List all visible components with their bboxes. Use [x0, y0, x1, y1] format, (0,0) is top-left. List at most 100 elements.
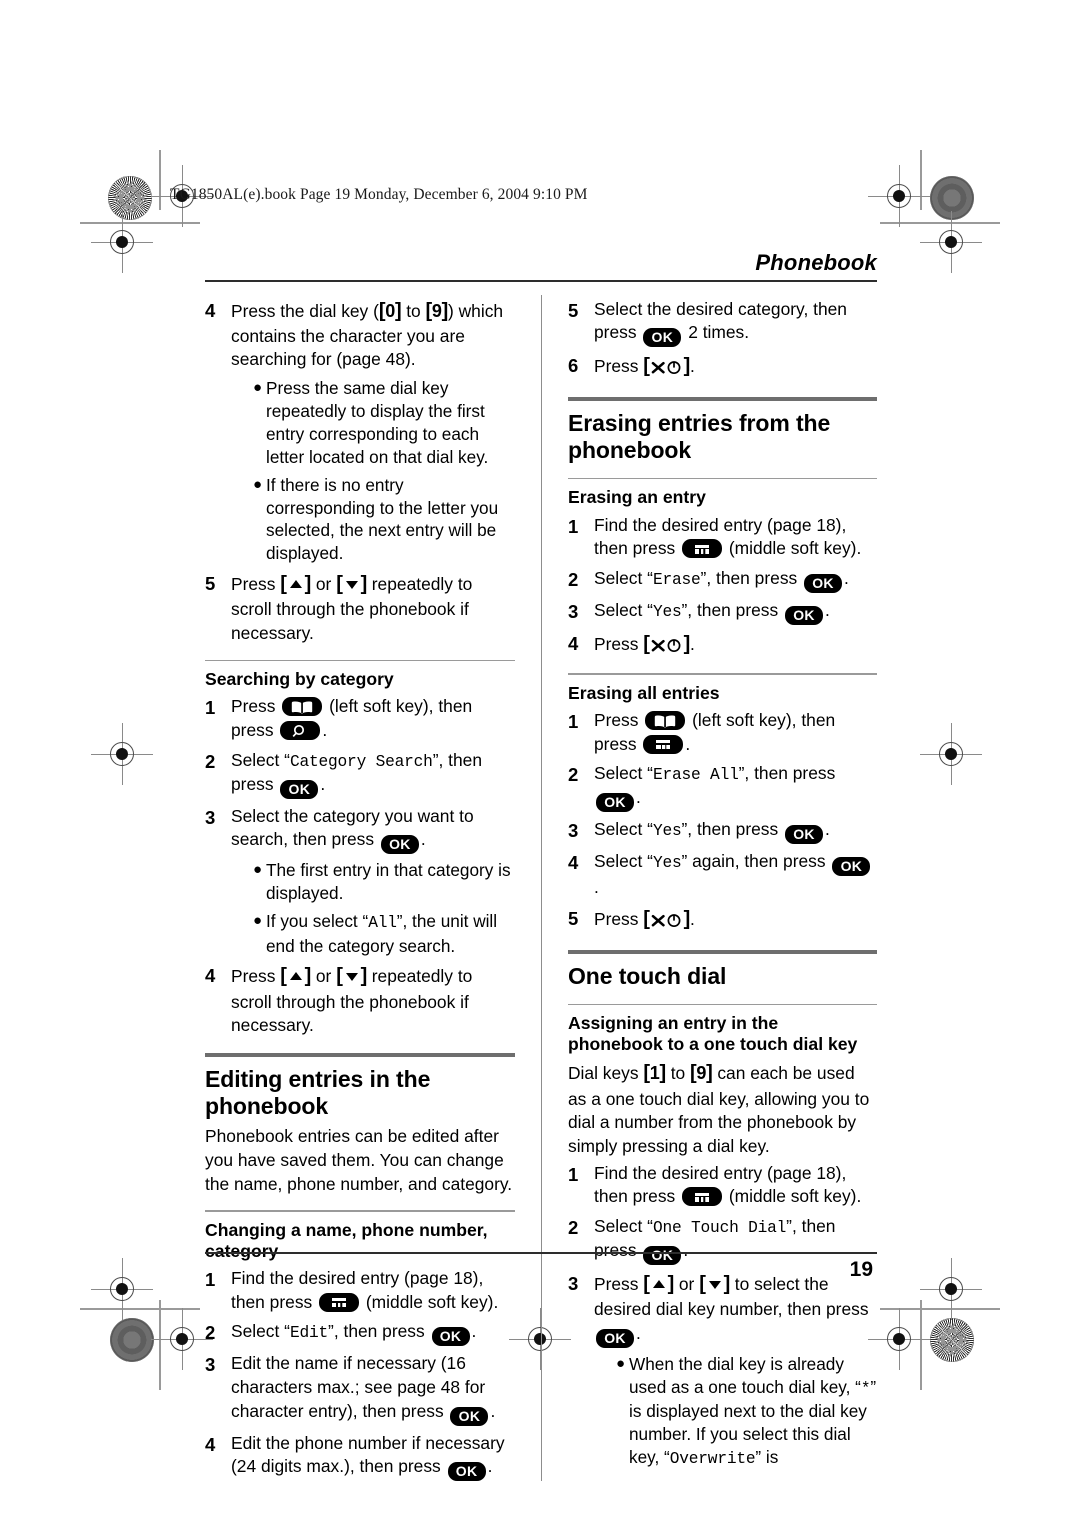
step-number: 4	[568, 632, 579, 654]
step-number: 2	[568, 764, 579, 786]
ok-key-icon: OK	[380, 835, 419, 855]
step-number: 4	[568, 852, 579, 874]
step-body: Press the dial key ([0] to [9]) which co…	[231, 298, 515, 566]
step-text: (middle soft key).	[724, 538, 862, 559]
dial-key-0: [0]	[378, 299, 402, 322]
subsection-heading: Assigning an entry in the phonebook to a…	[568, 1013, 858, 1055]
step-text: Select the category you want to search, …	[231, 805, 474, 850]
bullet-text: Press the same dial key repeatedly to di…	[266, 378, 489, 467]
page-footer: 19	[205, 1252, 877, 1282]
crosshair-mark-upper-right	[920, 211, 982, 273]
ui-string: Yes	[652, 822, 682, 841]
rosette-mark-bottom-left	[110, 1318, 154, 1362]
list-item: 4 Edit the phone number if necessary (24…	[205, 1432, 515, 1482]
ok-key-icon: OK	[643, 328, 682, 348]
section-divider	[568, 673, 877, 675]
step-text: (middle soft key).	[724, 1186, 862, 1207]
step-body: Press [].	[594, 906, 877, 934]
step-text: Select “	[231, 749, 290, 770]
section-intro: Dial keys [1] to [9] can each be used as…	[568, 1060, 877, 1158]
step-text: .	[844, 567, 849, 588]
crosshair-mark-left-middle	[91, 723, 153, 785]
section-title-erasing: Erasing entries from the phonebook	[568, 409, 831, 463]
list-item: 6 Press [].	[568, 353, 877, 381]
step-text: ” again, then press	[681, 851, 831, 872]
step-number: 1	[568, 1163, 579, 1185]
step-text: ”, then press	[681, 819, 784, 840]
list-item: ● If you select “All”, the unit will end …	[253, 910, 515, 957]
step-text: ”, then press	[700, 567, 803, 588]
crosshair-mark-top-right	[868, 165, 930, 227]
step-number: 3	[568, 820, 579, 842]
book-icon	[645, 711, 686, 731]
bullet-text-a: When the dial key is already used as a o…	[629, 1353, 861, 1397]
list-item: 4 Press the dial key ([0] to [9]) which …	[205, 298, 515, 566]
list-item: 5 Select the desired category, then pres…	[568, 298, 877, 348]
step-number: 1	[568, 515, 579, 537]
grid-icon	[682, 1187, 723, 1207]
bullet-text: The first entry in that category is disp…	[266, 860, 511, 904]
ui-string: Overwrite	[669, 1449, 756, 1468]
step-text: ”, then press	[738, 763, 836, 784]
bullet-text-c: ” is	[755, 1446, 779, 1467]
list-item: 3 Select the category you want to search…	[205, 805, 515, 958]
intro-text: Dial keys	[568, 1063, 644, 1084]
list-item: 3 Press [] or [] to select the desired d…	[568, 1271, 877, 1471]
list-item: ● If there is no entry corresponding to t…	[253, 474, 515, 566]
step-text: .	[636, 1322, 641, 1343]
dial-key-9: [9]	[690, 1062, 713, 1085]
section-divider-thick	[568, 396, 877, 401]
step-body: Select “Edit”, then press OK.	[231, 1320, 515, 1347]
trim-guide-vertical-right	[920, 150, 922, 210]
book-icon	[282, 697, 323, 717]
trim-guide-vertical-left	[159, 150, 161, 210]
bullet-text: If you select “All”, the unit will end t…	[266, 911, 498, 956]
step-number: 3	[568, 1272, 579, 1294]
step-body: Select “Category Search”, then press OK.	[231, 749, 515, 799]
step-text: Press	[231, 696, 281, 717]
list-item: 4 Press [] or [] repeatedly to scroll th…	[205, 963, 515, 1038]
section-divider	[205, 1210, 515, 1212]
intro-text: to	[665, 1063, 691, 1084]
ok-key-icon: OK	[596, 793, 634, 813]
step-body: Press [].	[594, 631, 877, 659]
bullet-list: ● When the dial key is already used as a …	[616, 1353, 877, 1471]
step-body: Press [] or [] to select the desired dia…	[594, 1271, 877, 1471]
step-text: .	[690, 909, 695, 930]
list-item: 3 Select “Yes”, then press OK.	[568, 599, 877, 625]
rosette-mark-top-right	[930, 176, 974, 220]
bullet-list: ● Press the same dial key repeatedly to d…	[253, 377, 515, 565]
step-text: Press	[594, 909, 644, 930]
step-number: 2	[205, 1322, 216, 1344]
step-number: 3	[205, 1354, 216, 1376]
trim-guide-vertical-right-2	[920, 1300, 922, 1390]
list-item: 2 Select “Category Search”, then press O…	[205, 749, 515, 799]
ok-key-icon: OK	[431, 1327, 470, 1347]
grid-icon	[643, 734, 684, 754]
step-body: Select the desired category, then press …	[594, 298, 877, 348]
crosshair-mark-bottom-right	[868, 1308, 930, 1370]
step-text: Edit the name if necessary (16 character…	[231, 1353, 486, 1421]
ui-string: Yes	[652, 854, 682, 873]
trim-guide-horizontal-bl	[80, 1308, 200, 1310]
list-item: 1 Press (left soft key), then press .	[568, 709, 877, 756]
ui-string: Yes	[652, 602, 682, 621]
step-body: Select “Yes” again, then press OK.	[594, 850, 877, 900]
down-arrow-key: []	[336, 965, 367, 988]
phone-off-icon	[651, 910, 683, 934]
step-text: Select “	[594, 763, 653, 784]
ok-key-icon: OK	[832, 857, 871, 877]
step-text: Select “	[231, 1321, 290, 1342]
section-divider	[568, 1003, 877, 1006]
list-item: 5 Press [] or [] repeatedly to scroll th…	[205, 571, 515, 646]
step-number: 2	[205, 750, 216, 772]
step-text: ”, then press	[681, 599, 784, 620]
down-arrow-key: []	[336, 573, 367, 596]
bullet-dot-icon: ●	[616, 1354, 626, 1372]
list-item: 4 Press [].	[568, 631, 877, 659]
step-text: (middle soft key).	[361, 1291, 499, 1312]
section-intro: Phonebook entries can be edited after yo…	[205, 1126, 513, 1194]
list-item: 4 Select “Yes” again, then press OK.	[568, 850, 877, 900]
list-item: 2 Select “Erase All”, then press OK.	[568, 762, 877, 813]
subsection-heading: Searching by category	[205, 669, 394, 690]
